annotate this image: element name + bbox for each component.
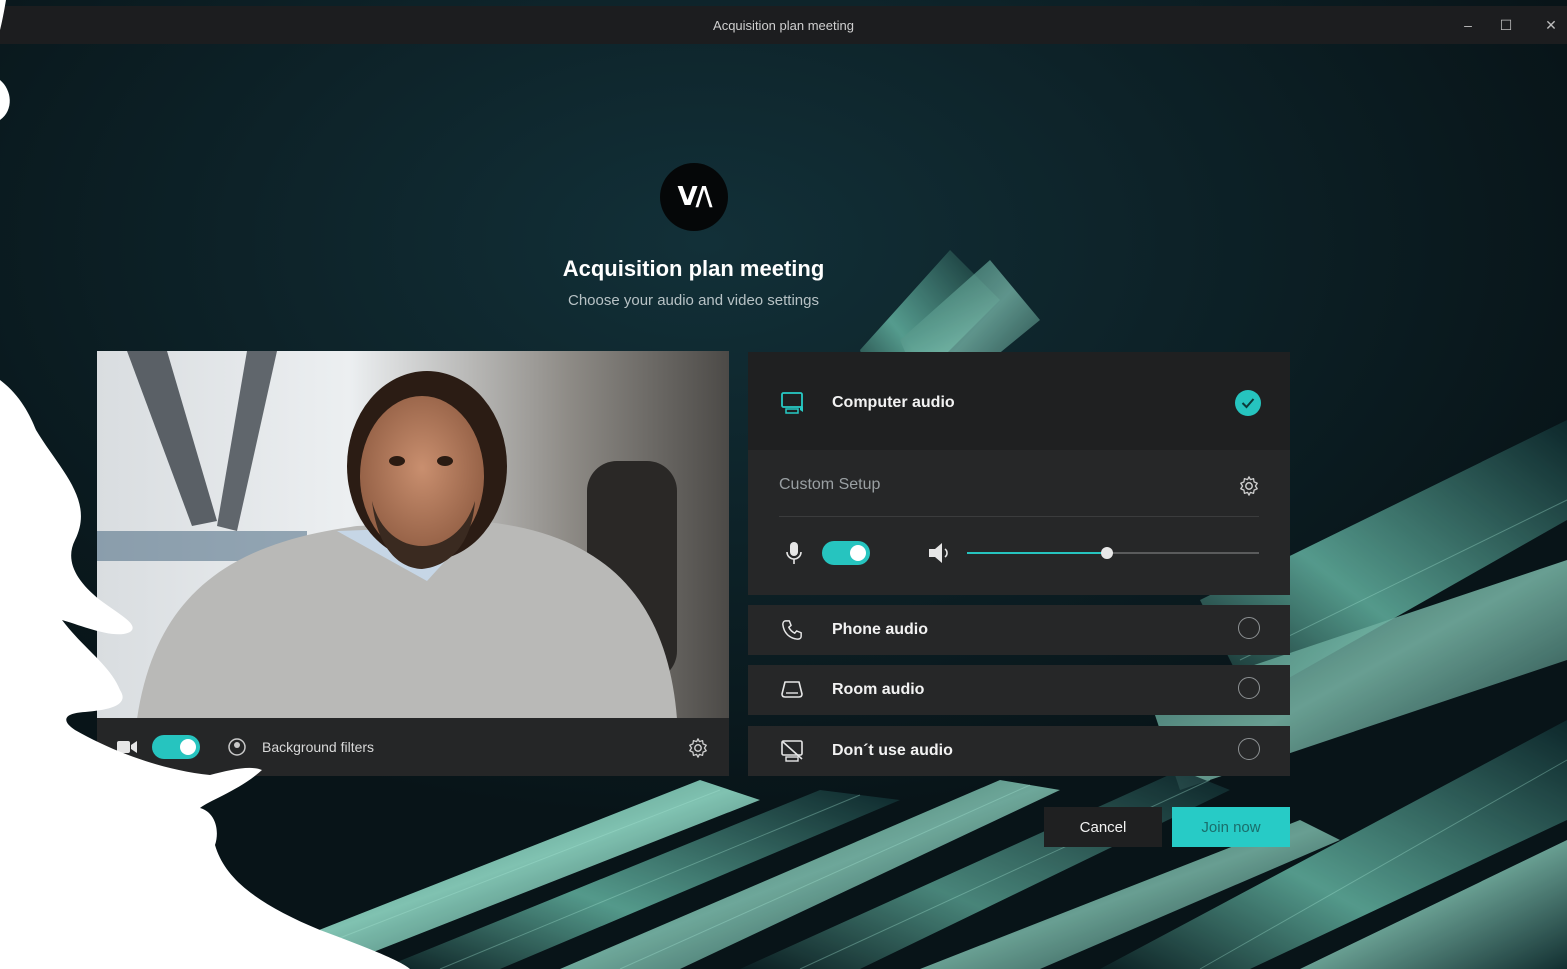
meeting-logo: V/\ <box>660 163 728 231</box>
room-audio-label: Room audio <box>832 681 925 698</box>
page-subtitle: Choose your audio and video settings <box>567 292 819 309</box>
gear-icon[interactable] <box>686 736 710 760</box>
video-camera-icon[interactable] <box>115 737 139 757</box>
volume-slider-fill <box>967 552 1108 554</box>
room-audio-radio[interactable] <box>1238 677 1260 699</box>
phone-audio-radio[interactable] <box>1238 617 1260 639</box>
audio-settings-panel: Computer audio Custom Setup <box>748 352 1290 595</box>
page-title: Acquisition plan meeting <box>562 256 825 281</box>
video-preview <box>97 351 729 719</box>
room-audio-option[interactable]: Room audio <box>748 665 1290 715</box>
room-device-icon <box>779 677 805 703</box>
no-audio-icon <box>779 738 807 764</box>
video-controls-bar: Background filters <box>97 718 729 776</box>
window-title: Acquisition plan meeting <box>713 18 854 33</box>
gear-icon[interactable] <box>1236 473 1262 499</box>
divider <box>779 516 1259 517</box>
selected-check-icon <box>1235 390 1261 416</box>
microphone-icon <box>784 540 804 566</box>
computer-audio-label: Computer audio <box>832 394 955 411</box>
background-filters-icon[interactable] <box>225 735 249 759</box>
custom-setup-label: Custom Setup <box>779 476 881 493</box>
maximize-button[interactable]: ☐ <box>1493 14 1519 36</box>
no-audio-option[interactable]: Don´t use audio <box>748 726 1290 776</box>
phone-audio-option[interactable]: Phone audio <box>748 605 1290 655</box>
speaker-volume-icon <box>926 540 954 566</box>
volume-slider-thumb[interactable] <box>1101 547 1114 559</box>
app-window: Acquisition plan meeting – ☐ ✕ V/\ Acqui… <box>0 0 1567 969</box>
join-now-button[interactable]: Join now <box>1172 807 1290 847</box>
phone-audio-label: Phone audio <box>832 621 928 638</box>
minimize-button[interactable]: – <box>1455 14 1481 36</box>
title-bar: Acquisition plan meeting – ☐ ✕ <box>0 6 1567 44</box>
no-audio-radio[interactable] <box>1238 738 1260 760</box>
close-button[interactable]: ✕ <box>1538 14 1564 36</box>
camera-toggle[interactable] <box>152 735 200 759</box>
computer-audio-option[interactable]: Computer audio <box>748 352 1290 450</box>
cancel-button[interactable]: Cancel <box>1044 807 1162 847</box>
volume-slider[interactable] <box>967 547 1259 559</box>
no-audio-label: Don´t use audio <box>832 742 953 759</box>
phone-icon <box>779 617 805 643</box>
background-filters-label[interactable]: Background filters <box>262 739 374 755</box>
monitor-speaker-icon <box>779 390 807 416</box>
person-video-image <box>97 351 729 719</box>
microphone-toggle[interactable] <box>822 541 870 565</box>
